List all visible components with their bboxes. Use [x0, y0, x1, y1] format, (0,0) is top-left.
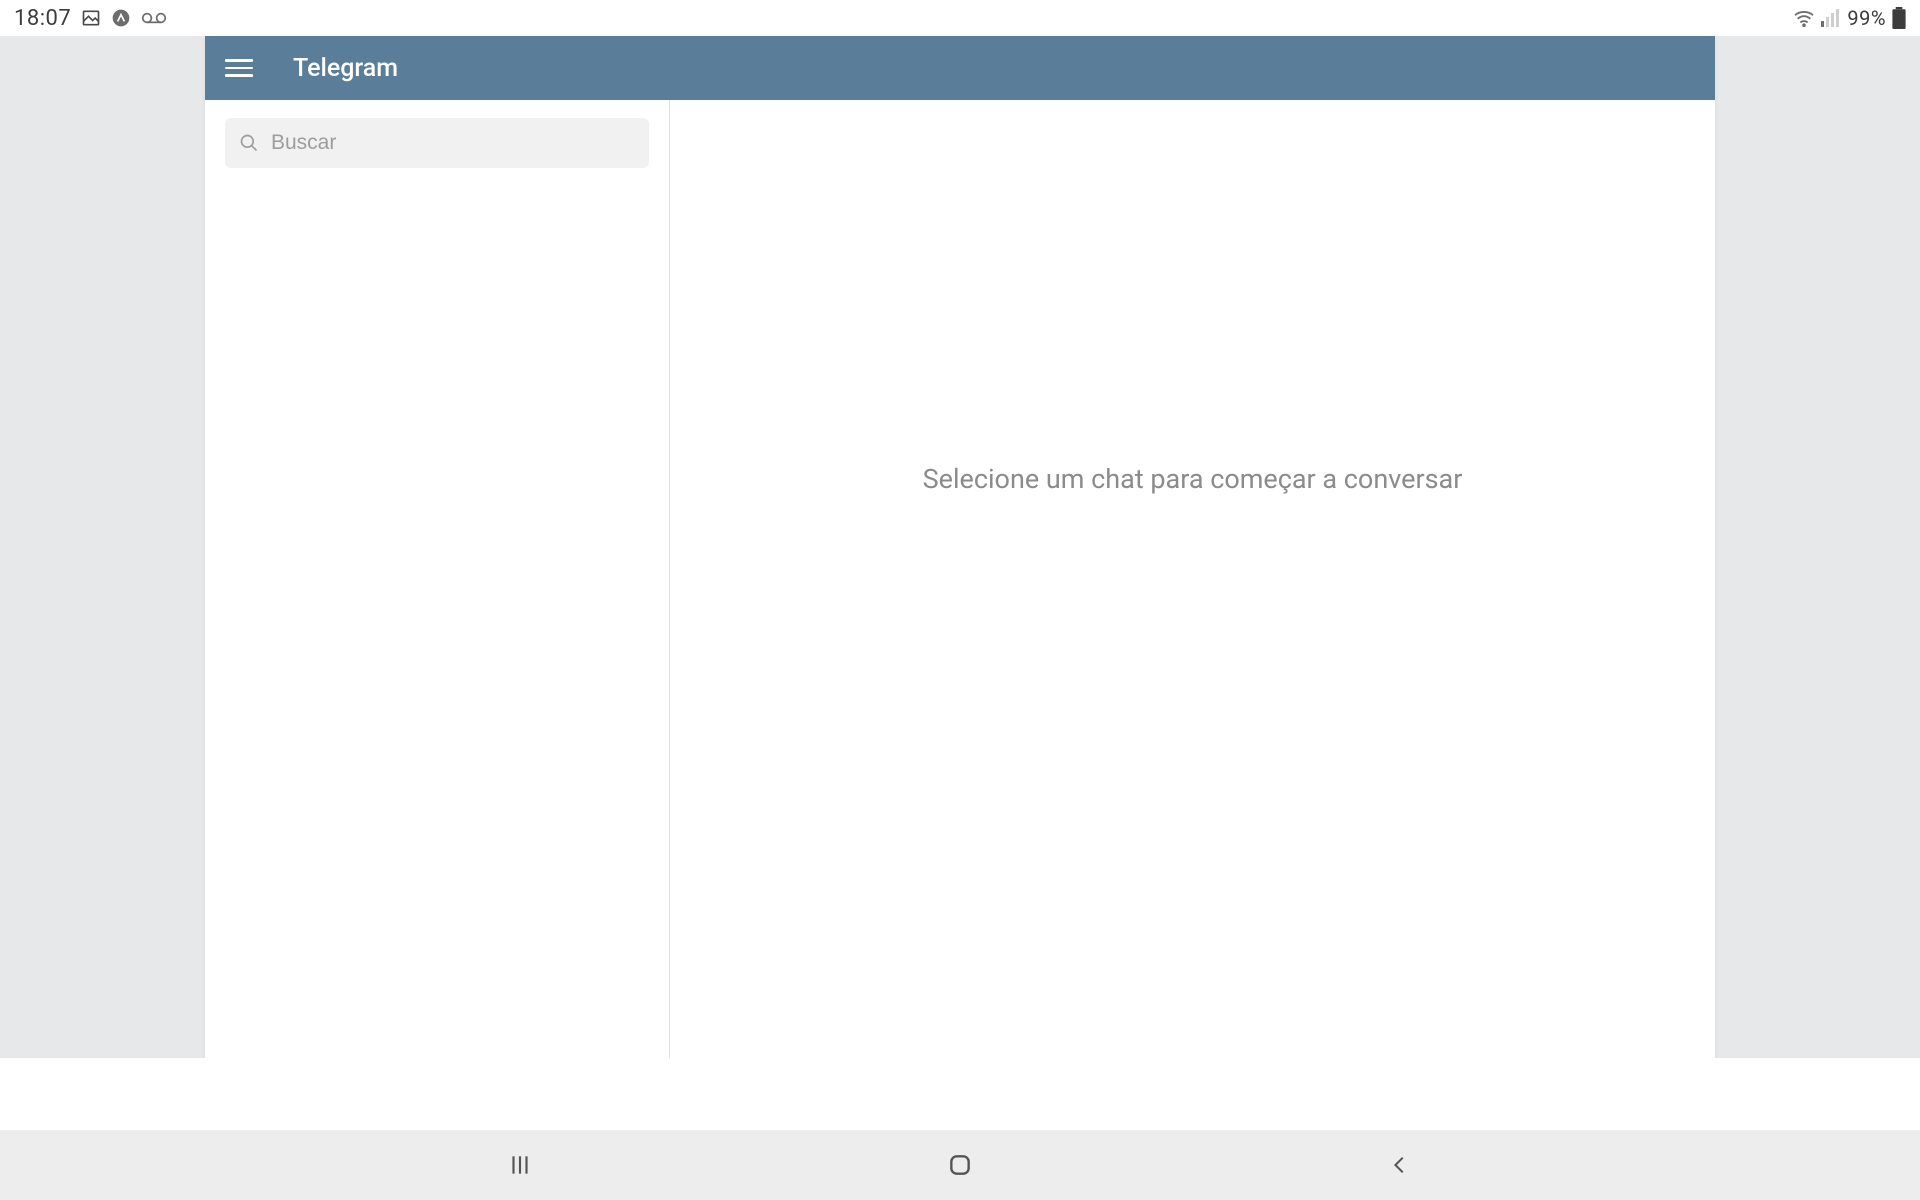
app-circle-icon: [111, 8, 131, 28]
android-nav-bar: [0, 1130, 1920, 1200]
android-status-bar: 18:07: [0, 0, 1920, 36]
battery-icon: [1892, 7, 1906, 29]
search-input[interactable]: [271, 131, 635, 155]
chat-main-pane: Selecione um chat para começar a convers…: [670, 100, 1715, 1058]
app-body: Selecione um chat para começar a convers…: [205, 100, 1715, 1058]
voicemail-icon: [141, 8, 167, 28]
image-icon: [81, 8, 101, 28]
home-button[interactable]: [930, 1145, 990, 1185]
signal-icon: [1821, 9, 1841, 27]
recent-apps-button[interactable]: [490, 1145, 550, 1185]
status-left-group: 18:07: [14, 6, 167, 31]
back-button[interactable]: [1370, 1145, 1430, 1185]
app-header: Telegram: [205, 36, 1715, 100]
battery-percent: 99%: [1847, 6, 1886, 30]
status-right-group: 99%: [1793, 6, 1906, 30]
search-icon: [239, 133, 259, 153]
lower-white-strip: [0, 1058, 1920, 1130]
chat-list-sidebar: [205, 100, 670, 1058]
status-time: 18:07: [14, 6, 71, 31]
wifi-icon: [1793, 9, 1815, 27]
app-title: Telegram: [293, 54, 398, 83]
app-frame: Telegram Selecione um chat para começar …: [205, 36, 1715, 1058]
empty-state-text: Selecione um chat para começar a convers…: [923, 463, 1463, 495]
menu-button[interactable]: [225, 54, 253, 82]
app-background: Telegram Selecione um chat para começar …: [0, 36, 1920, 1058]
search-box[interactable]: [225, 118, 649, 168]
